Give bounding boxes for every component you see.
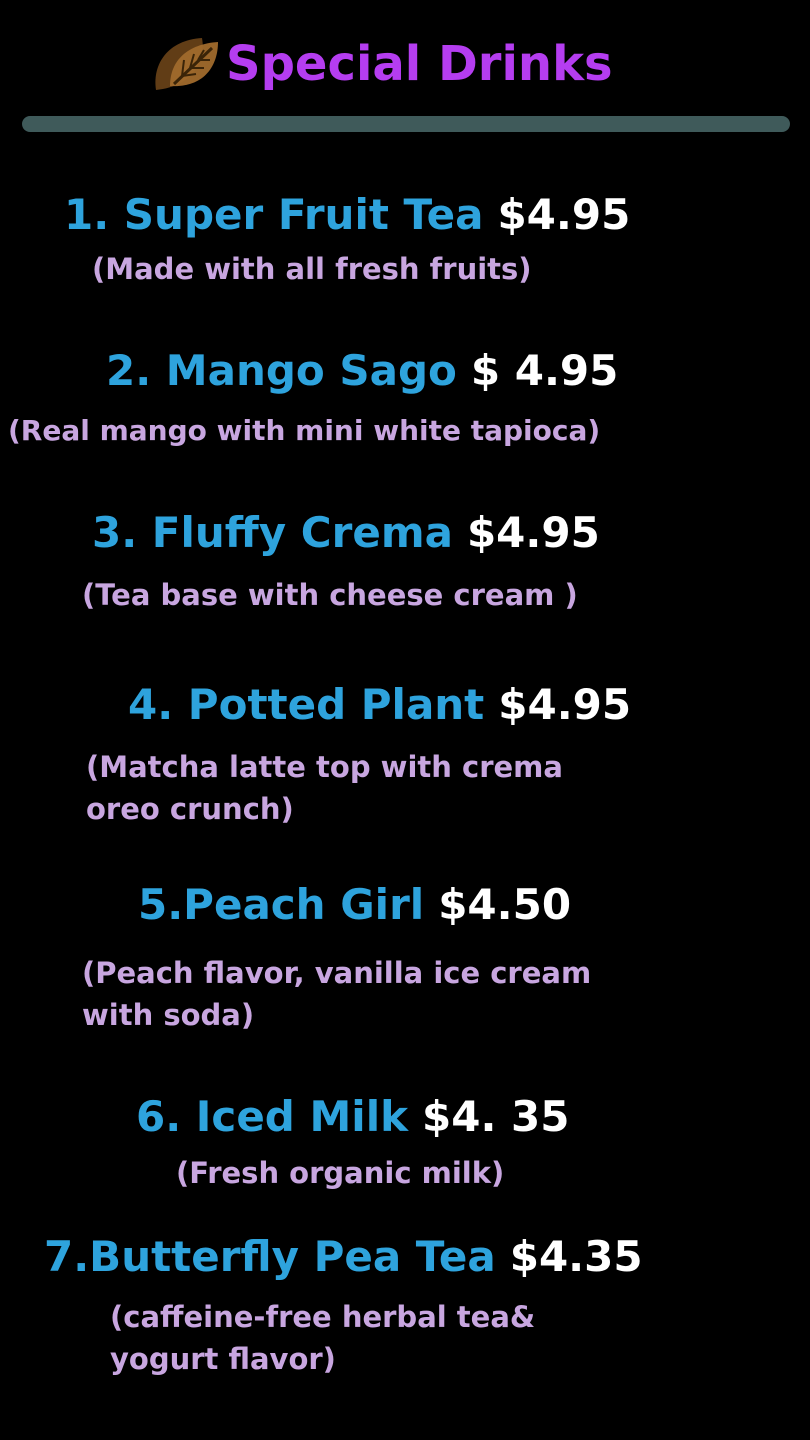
menu-header: Special Drinks	[0, 0, 810, 140]
menu-item-description: yogurt flavor)	[110, 1342, 336, 1376]
header-divider	[22, 116, 790, 132]
menu-item-heading: 4. Potted Plant $4.95	[128, 684, 631, 726]
menu-item-description: (Real mango with mini white tapioca)	[8, 414, 601, 447]
menu-item-name: 3. Fluffy Crema	[92, 508, 453, 557]
menu-item-price: $4.35	[509, 1232, 643, 1281]
menu-item-heading: 5.Peach Girl $4.50	[138, 884, 571, 926]
menu-item-heading: 6. Iced Milk $4. 35	[136, 1096, 570, 1138]
menu-item-heading: 1. Super Fruit Tea $4.95	[64, 194, 630, 236]
menu-item-description: (Made with all fresh fruits)	[92, 252, 532, 286]
menu-item-price: $ 4.95	[470, 346, 619, 395]
menu-item-name: 7.Butterfly Pea Tea	[44, 1232, 496, 1281]
menu-item-description: (Tea base with cheese cream )	[82, 578, 578, 612]
menu-item-name: 5.Peach Girl	[138, 880, 425, 929]
menu-item-heading: 3. Fluffy Crema $4.95	[92, 512, 600, 554]
menu-item-name: 4. Potted Plant	[128, 680, 485, 729]
menu-item-description: (Matcha latte top with crema	[86, 750, 563, 784]
page-title: Special Drinks	[226, 36, 613, 92]
menu-item-name: 1. Super Fruit Tea	[64, 190, 484, 239]
menu-item-name: 6. Iced Milk	[136, 1092, 409, 1141]
menu-item-price: $4. 35	[422, 1092, 570, 1141]
menu-item-description: oreo crunch)	[86, 792, 294, 826]
leaf-logo-icon	[155, 38, 218, 90]
menu-item-description: (Fresh organic milk)	[176, 1156, 505, 1190]
menu-item-name: 2. Mango Sago	[106, 346, 457, 395]
menu-item-description: with soda)	[82, 998, 255, 1032]
menu-item-price: $4.95	[498, 680, 632, 729]
menu-item-price: $4.95	[497, 190, 631, 239]
menu-item-price: $4.50	[438, 880, 572, 929]
menu-item-description: (Peach flavor, vanilla ice cream	[82, 956, 592, 990]
menu-item-heading: 2. Mango Sago $ 4.95	[106, 350, 618, 392]
menu-item-price: $4.95	[466, 508, 600, 557]
menu-item-heading: 7.Butterfly Pea Tea $4.35	[44, 1236, 643, 1278]
menu-item-description: (caffeine-free herbal tea&	[110, 1300, 536, 1334]
